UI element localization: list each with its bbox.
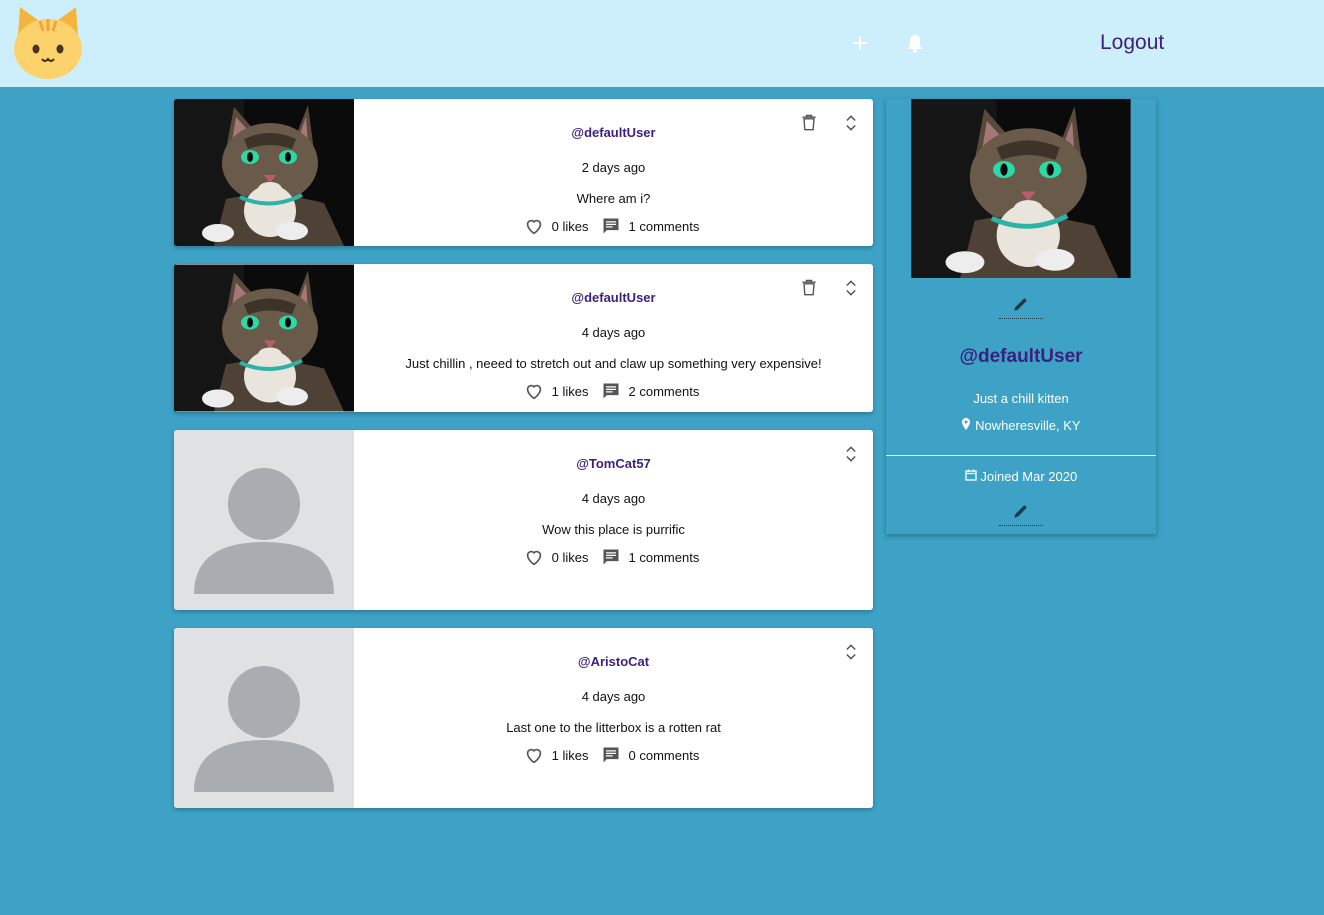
pencil-icon <box>1011 294 1031 314</box>
like-button[interactable] <box>520 543 548 571</box>
post-time: 4 days ago <box>581 491 646 506</box>
like-button[interactable] <box>520 212 548 240</box>
chat-icon <box>601 547 621 567</box>
logout-button[interactable]: Logout <box>1090 28 1174 58</box>
delete-post-button[interactable] <box>795 274 823 302</box>
profile-joined-text: Joined Mar 2020 <box>980 469 1078 484</box>
top-navbar: Logout <box>0 0 1324 87</box>
post-image <box>174 99 354 246</box>
unfold-icon <box>841 277 861 299</box>
profile-card: @defaultUser Just a chill kitten Nowhere… <box>886 99 1156 534</box>
chat-icon <box>601 216 621 236</box>
notifications-button[interactable] <box>900 28 930 58</box>
likes-count: 0 likes <box>551 218 589 234</box>
likes-count: 0 likes <box>551 549 589 565</box>
trash-icon <box>799 113 819 133</box>
expand-post-button[interactable] <box>837 440 865 468</box>
post-card: @defaultUser 2 days ago Where am i? 0 li… <box>174 99 873 246</box>
profile-image <box>886 99 1156 278</box>
expand-post-button[interactable] <box>837 109 865 137</box>
profile-location-text: Nowheresville, KY <box>975 418 1081 433</box>
post-time: 2 days ago <box>581 160 646 175</box>
comment-button[interactable] <box>597 543 625 571</box>
comments-count: 2 comments <box>628 383 700 399</box>
profile-bio: Just a chill kitten <box>973 391 1069 406</box>
unfold-icon <box>841 443 861 465</box>
likes-count: 1 likes <box>551 383 589 399</box>
avatar-placeholder <box>174 430 354 610</box>
plus-icon <box>853 36 867 50</box>
trash-icon <box>799 278 819 298</box>
heart-outline-icon <box>523 546 545 568</box>
location-pin-icon <box>962 418 971 430</box>
post-body: Last one to the litterbox is a rotten ra… <box>506 720 721 735</box>
cat-logo-icon[interactable] <box>12 5 84 79</box>
post-card: @TomCat57 4 days ago Wow this place is p… <box>174 430 873 610</box>
edit-profile-button[interactable] <box>999 497 1043 526</box>
comments-count: 1 comments <box>628 218 700 234</box>
heart-outline-icon <box>523 215 545 237</box>
chat-icon <box>601 745 621 765</box>
comment-button[interactable] <box>597 377 625 405</box>
likes-count: 1 likes <box>551 747 589 763</box>
unfold-icon <box>841 641 861 663</box>
comments-count: 1 comments <box>628 549 700 565</box>
profile-divider <box>886 455 1156 456</box>
post-body: Just chillin , neeed to stretch out and … <box>405 356 822 371</box>
delete-post-button[interactable] <box>795 109 823 137</box>
post-card: @defaultUser 4 days ago Just chillin , n… <box>174 264 873 412</box>
profile-handle[interactable]: @defaultUser <box>886 346 1156 368</box>
pencil-icon <box>1011 501 1031 521</box>
heart-outline-icon <box>523 380 545 402</box>
profile-location: Nowheresville, KY <box>886 418 1156 433</box>
edit-image-button[interactable] <box>999 290 1043 319</box>
post-image <box>174 264 354 412</box>
post-time: 4 days ago <box>581 689 646 704</box>
heart-outline-icon <box>523 744 545 766</box>
profile-joined: Joined Mar 2020 <box>886 469 1156 484</box>
post-body: Where am i? <box>576 191 651 206</box>
post-time: 4 days ago <box>581 325 646 340</box>
post-body: Wow this place is purrific <box>542 522 685 537</box>
comment-button[interactable] <box>597 212 625 240</box>
expand-post-button[interactable] <box>837 274 865 302</box>
add-post-button[interactable] <box>845 28 875 58</box>
unfold-icon <box>841 112 861 134</box>
post-handle[interactable]: @AristoCat <box>354 654 873 669</box>
comments-count: 0 comments <box>628 747 700 763</box>
post-handle[interactable]: @TomCat57 <box>354 456 873 471</box>
comment-button[interactable] <box>597 741 625 769</box>
bell-icon <box>908 35 922 53</box>
like-button[interactable] <box>520 377 548 405</box>
avatar-placeholder <box>174 628 354 808</box>
post-card: @AristoCat 4 days ago Last one to the li… <box>174 628 873 808</box>
calendar-icon <box>965 469 977 481</box>
like-button[interactable] <box>520 741 548 769</box>
chat-icon <box>601 381 621 401</box>
expand-post-button[interactable] <box>837 638 865 666</box>
